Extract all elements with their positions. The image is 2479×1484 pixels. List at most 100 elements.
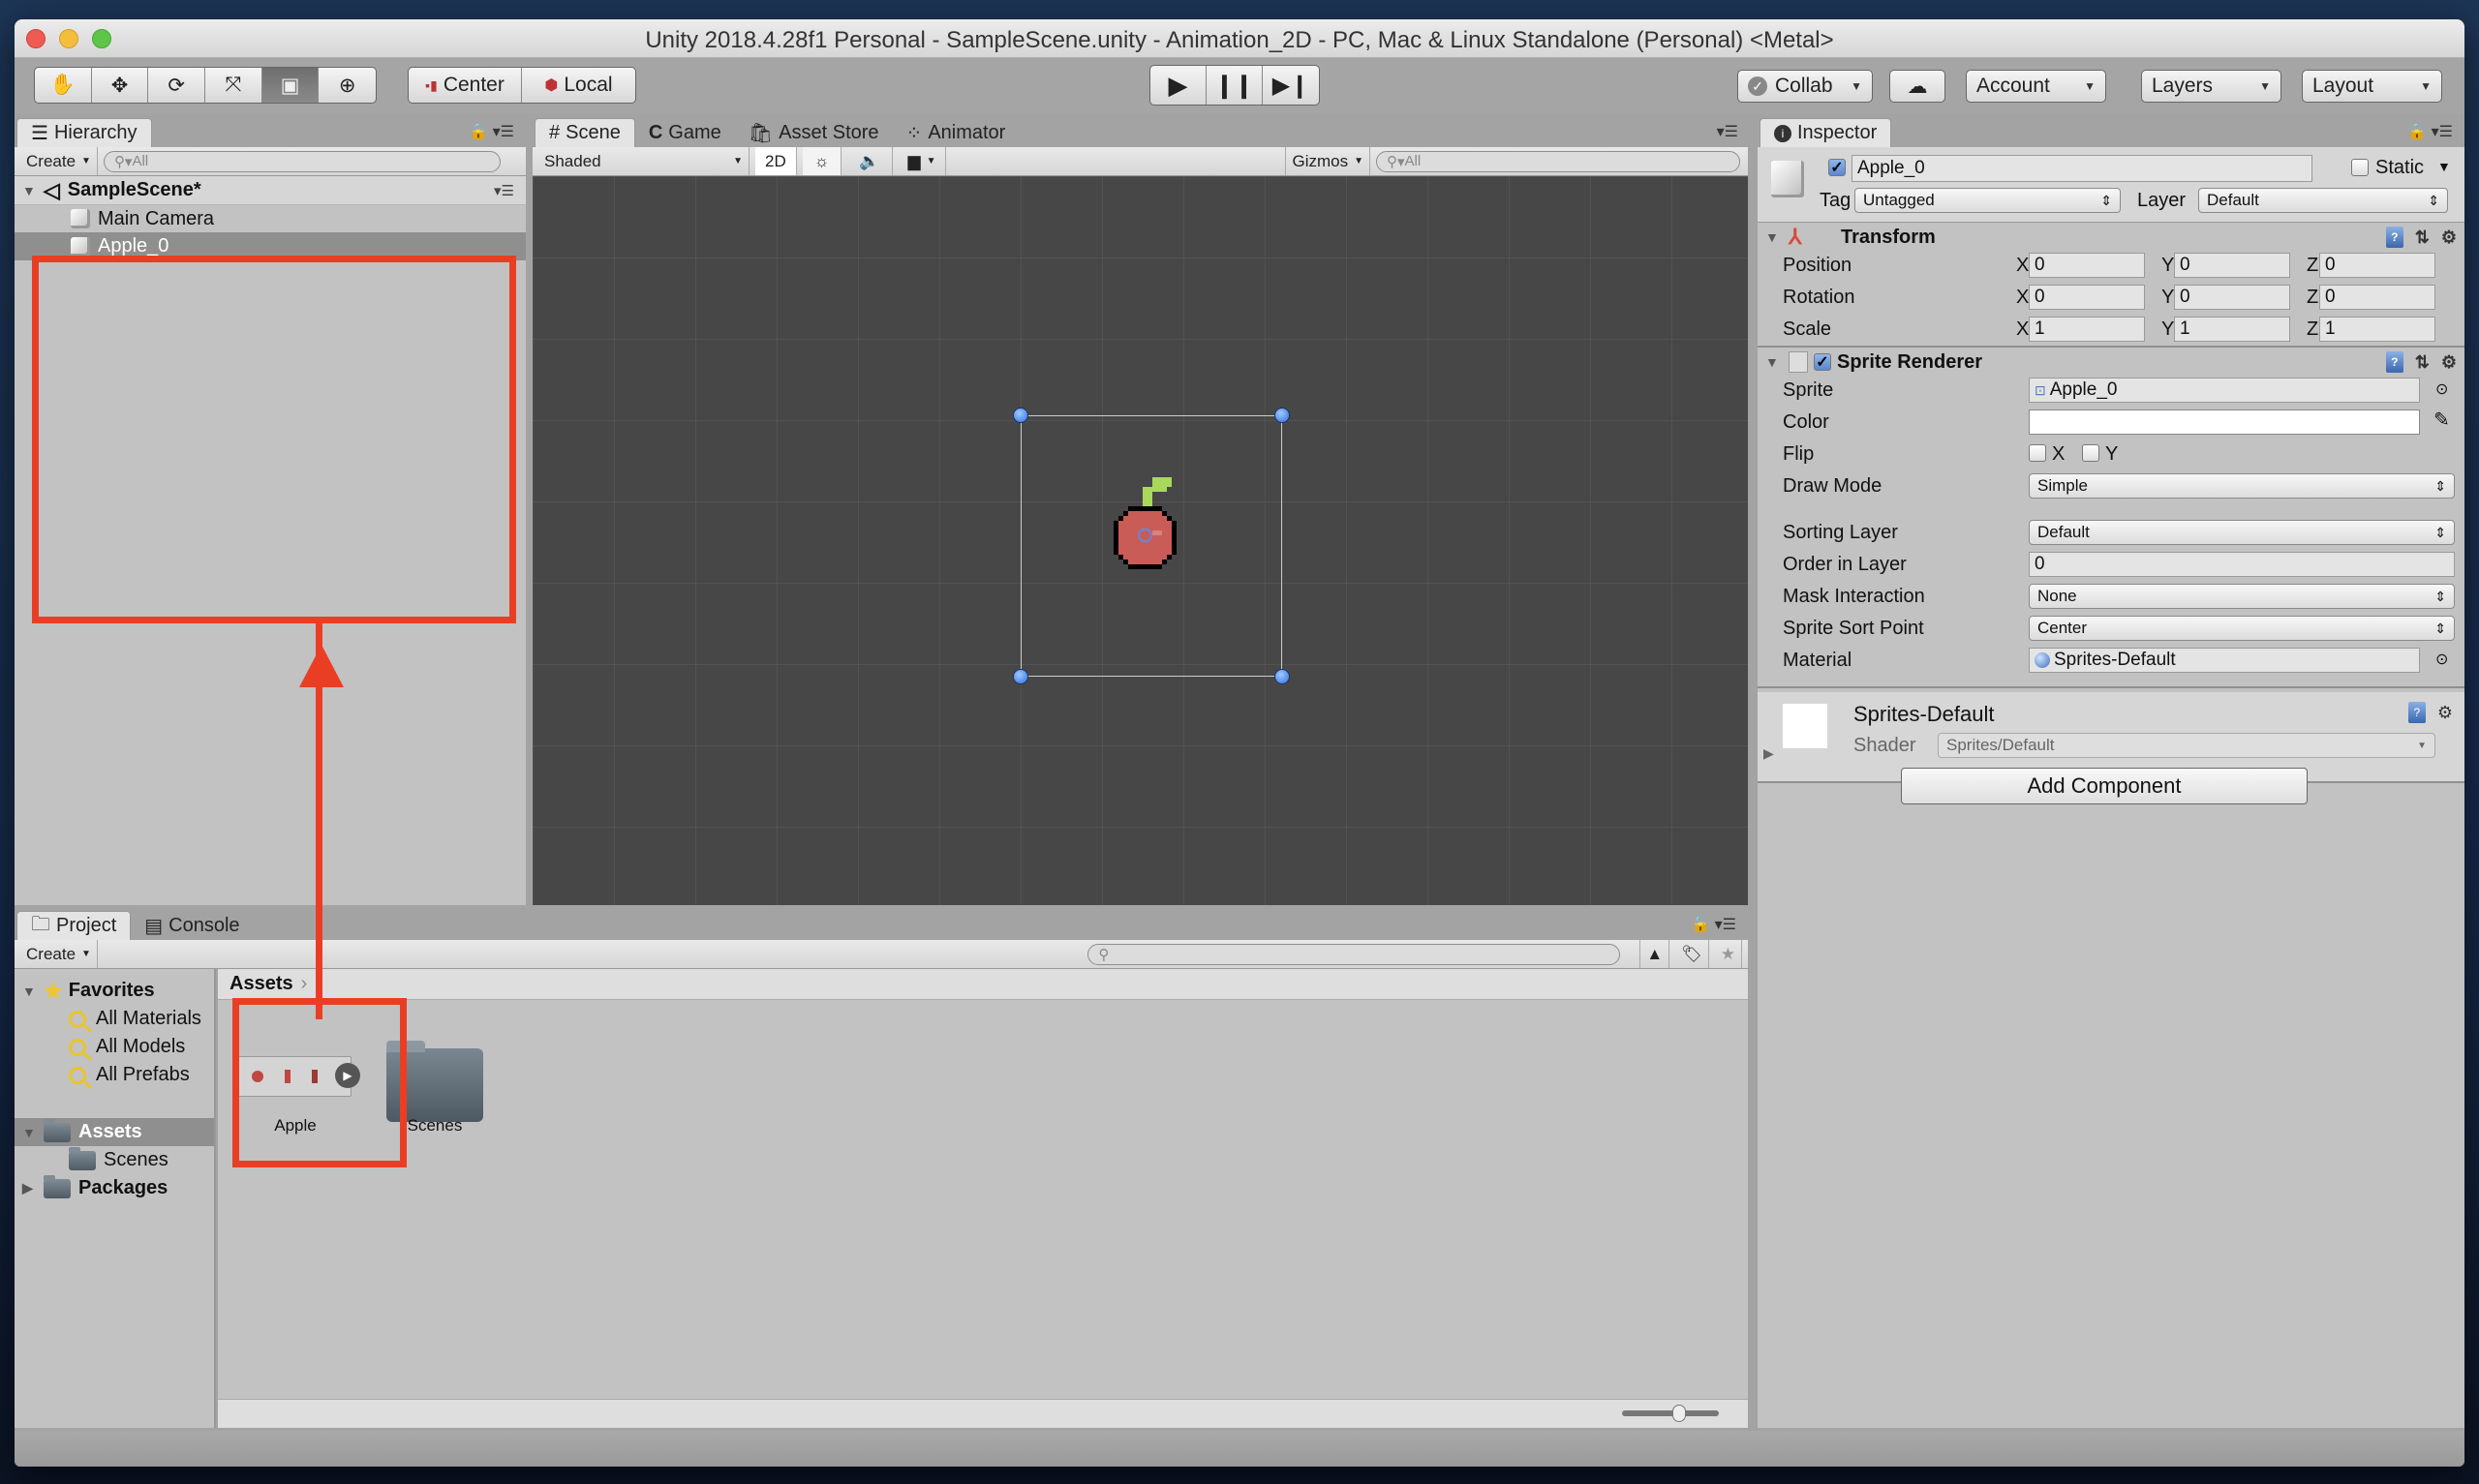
tab-scene[interactable]: # Scene [535,118,635,147]
rect-tool-button[interactable]: ▣ [261,68,320,103]
slider-thumb[interactable] [1672,1405,1686,1422]
help-book-icon[interactable]: ? [2407,702,2426,723]
audio-toggle[interactable]: 🔈 [847,147,893,175]
hand-tool-button[interactable]: ✋ [35,68,92,103]
favorites-item[interactable]: ▼ ★ Favorites [15,977,214,1005]
help-book-icon[interactable]: ? [2385,227,2403,248]
effects-dropdown[interactable]: ▆ ▼ [899,147,947,175]
apple-sprite[interactable] [1094,472,1201,598]
rect-handle-top-right[interactable] [1274,408,1290,423]
scale-tool-button[interactable]: ⤧ [205,68,262,103]
flip-x-checkbox[interactable] [2029,444,2046,462]
layout-dropdown[interactable]: Layout ▼ [2302,70,2442,103]
pause-button[interactable]: ❙❙ [1207,66,1263,105]
favorite-item[interactable]: All Models [15,1033,214,1061]
favorite-item[interactable]: All Materials [15,1005,214,1033]
rotate-tool-button[interactable]: ⟳ [148,68,206,103]
help-book-icon[interactable]: ? [2385,351,2403,373]
expand-triangle-icon[interactable]: ▶ [22,1180,44,1196]
rect-handle-top-left[interactable] [1013,408,1028,423]
scale-x-input[interactable]: 1 [2029,317,2145,342]
expand-triangle-icon[interactable]: ▶ [1763,745,1774,762]
eyedropper-icon[interactable]: ✎ [2433,408,2450,432]
mask-interaction-dropdown[interactable]: None ⇕ [2029,584,2455,609]
expand-triangle-icon[interactable]: ▼ [22,984,44,999]
gear-icon[interactable]: ⚙ [2441,227,2457,248]
project-search-input[interactable]: ⚲ [1087,943,1621,965]
scene-menu-icon[interactable]: ▾☰ [494,182,514,199]
static-dropdown-icon[interactable]: ▼ [2437,159,2451,174]
lighting-toggle[interactable]: ☼ [802,147,842,175]
tab-hierarchy[interactable]: ☰ Hierarchy [16,118,152,147]
gizmos-dropdown[interactable]: Gizmos ▼ [1285,147,1370,175]
pivot-local-button[interactable]: ⬢ Local [522,68,635,103]
scene-search-input[interactable]: ⚲▾ All [1376,150,1740,172]
collab-dropdown[interactable]: ✓ Collab ▼ [1737,70,1873,103]
panel-menu-icon[interactable]: 🔓 ▾☰ [1691,915,1736,934]
expand-triangle-icon[interactable]: ▼ [22,1125,44,1140]
tab-inspector[interactable]: i Inspector [1760,118,1892,147]
tab-project[interactable]: 🗀 Project [16,911,132,940]
favorite-item[interactable]: All Prefabs [15,1061,214,1089]
expand-triangle-icon[interactable]: ▼ [22,183,36,198]
tab-asset-store[interactable]: 🛍 Asset Store [735,118,893,147]
transform-header[interactable]: ▼ ⅄ Transform ? ⇅ ⚙ [1758,223,2464,252]
position-x-input[interactable]: 0 [2029,253,2145,278]
filter-by-label-button[interactable]: 🏷 [1675,940,1709,968]
expand-triangle-icon[interactable]: ▼ [1765,354,1789,370]
rotation-z-input[interactable]: 0 [2319,285,2435,310]
tag-dropdown[interactable]: Untagged ⇕ [1854,188,2121,213]
hierarchy-create-dropdown[interactable]: Create ▼ [20,147,98,175]
shader-dropdown[interactable]: Sprites/Default ▼ [1938,733,2435,758]
step-button[interactable]: ▶❙ [1263,66,1319,105]
preset-icon[interactable]: ⇅ [2415,227,2430,248]
position-z-input[interactable]: 0 [2319,253,2435,278]
hierarchy-search-input[interactable]: ⚲▾ All [103,150,501,172]
add-component-button[interactable]: Add Component [1901,768,2308,804]
object-picker-icon[interactable]: ⊙ [2435,650,2448,669]
rotation-x-input[interactable]: 0 [2029,285,2145,310]
pivot-center-button[interactable]: ▪▮ Center [409,68,522,103]
2d-mode-toggle[interactable]: 2D [755,147,797,175]
transform-tool-button[interactable]: ⊕ [319,68,376,103]
material-field[interactable]: Sprites-Default [2029,648,2420,673]
scale-z-input[interactable]: 1 [2319,317,2435,342]
draw-mode-dropdown[interactable]: Simple ⇕ [2029,473,2455,499]
gameobject-icon[interactable] [1771,161,1804,197]
position-y-input[interactable]: 0 [2174,253,2290,278]
sorting-layer-dropdown[interactable]: Default ⇕ [2029,520,2455,545]
sprite-renderer-header[interactable]: ▼ ✓ Sprite Renderer ? ⇅ ⚙ [1758,348,2464,377]
order-in-layer-input[interactable]: 0 [2029,552,2455,577]
scene-viewport[interactable] [533,176,1748,905]
layer-dropdown[interactable]: Default ⇕ [2198,188,2448,213]
gear-icon[interactable]: ⚙ [2437,703,2453,723]
panel-menu-icon[interactable]: 🔒 ▾☰ [469,122,514,141]
packages-folder-item[interactable]: ▶ Packages [15,1174,214,1202]
active-checkbox[interactable]: ✓ [1828,159,1846,176]
shading-mode-dropdown[interactable]: Shaded ▼ [533,147,750,175]
layers-dropdown[interactable]: Layers ▼ [2141,70,2281,103]
move-tool-button[interactable]: ✥ [92,68,149,103]
sprite-sort-point-dropdown[interactable]: Center ⇕ [2029,616,2455,641]
tab-animator[interactable]: ⁘ Animator [893,118,1020,147]
panel-menu-icon[interactable]: 🔒 ▾☰ [2407,122,2453,141]
save-search-button[interactable]: ★ [1715,940,1742,968]
expand-triangle-icon[interactable]: ▼ [1765,229,1789,245]
object-name-input[interactable]: Apple_0 [1852,155,2312,182]
color-swatch[interactable] [2029,409,2420,435]
gear-icon[interactable]: ⚙ [2441,352,2457,373]
scenes-folder-item[interactable]: Scenes [15,1146,214,1174]
rotation-y-input[interactable]: 0 [2174,285,2290,310]
object-picker-icon[interactable]: ⊙ [2435,379,2448,399]
project-create-dropdown[interactable]: Create ▼ [20,940,98,968]
tab-game[interactable]: C Game [635,118,735,147]
sprite-field[interactable]: ⊡ Apple_0 [2029,378,2420,403]
account-dropdown[interactable]: Account ▼ [1966,70,2106,103]
rect-handle-bottom-right[interactable] [1274,669,1290,684]
flip-y-checkbox[interactable] [2082,444,2099,462]
static-checkbox[interactable] [2351,159,2369,176]
hierarchy-item[interactable]: Main Camera [15,204,526,232]
filter-by-type-button[interactable]: ▲ [1639,940,1670,968]
component-enabled-checkbox[interactable]: ✓ [1814,353,1831,371]
play-button[interactable]: ▶ [1150,66,1207,105]
